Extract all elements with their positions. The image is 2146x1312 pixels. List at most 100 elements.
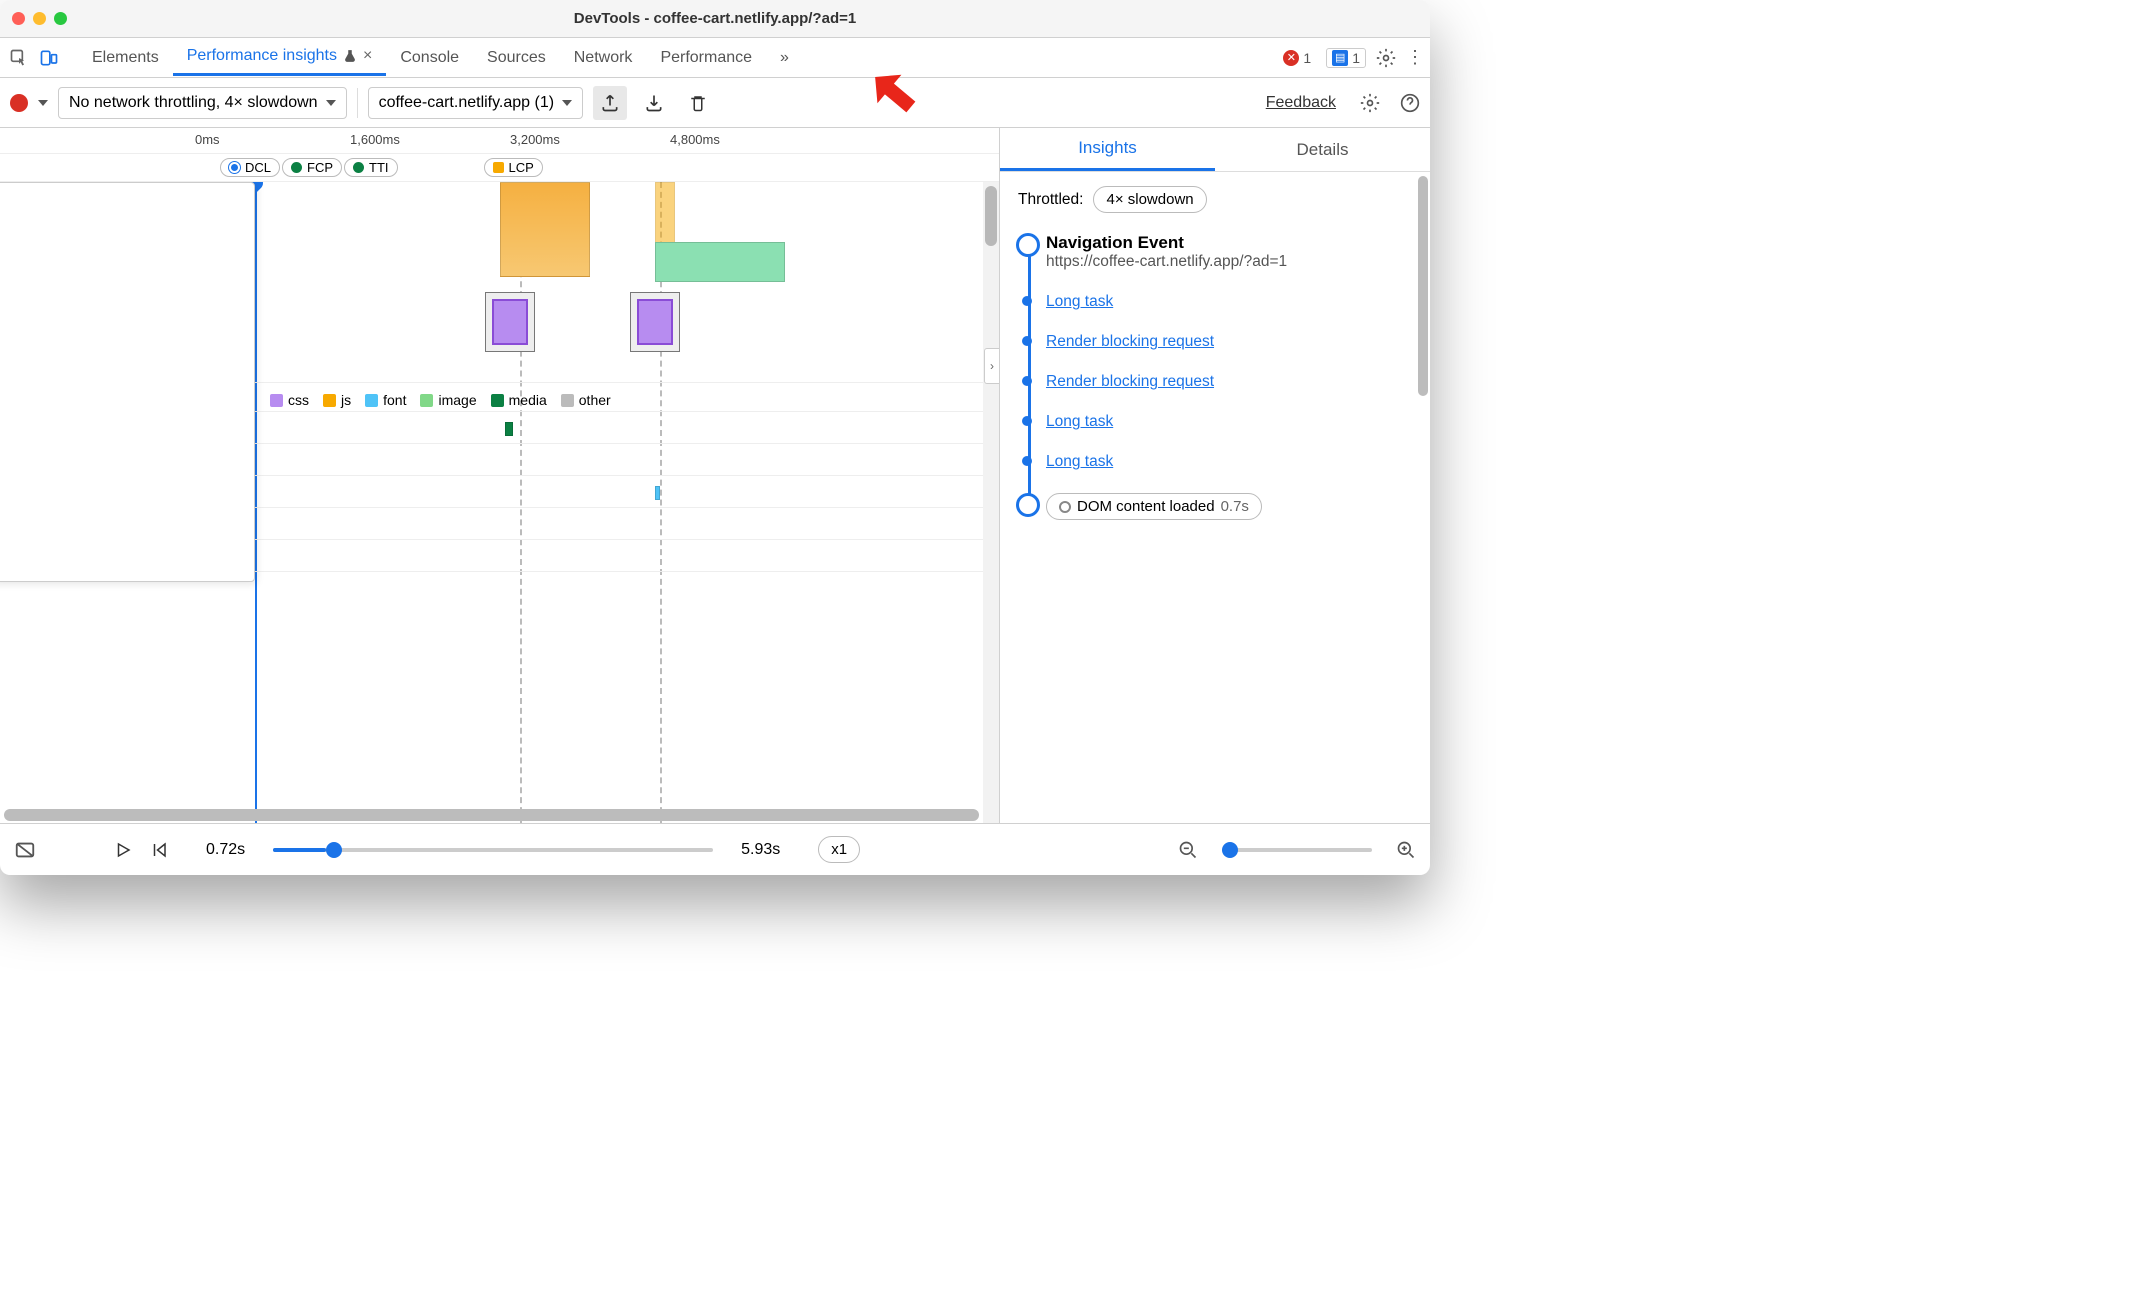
time-ruler[interactable]: 0ms 1,600ms 3,200ms 4,800ms	[0, 128, 999, 154]
screenshot-thumb[interactable]	[630, 292, 680, 352]
track-area[interactable]: css js font image media other	[0, 182, 999, 823]
insight-link[interactable]: Long task	[1046, 293, 1113, 310]
kebab-menu-icon[interactable]: ⋮	[1406, 47, 1424, 68]
messages-count: 1	[1352, 50, 1360, 66]
throttled-label: Throttled:	[1018, 191, 1083, 209]
more-tabs-button[interactable]: »	[766, 41, 803, 75]
devtools-window: DevTools - coffee-cart.netlify.app/?ad=1…	[0, 0, 1430, 875]
chevron-down-icon	[326, 100, 336, 106]
legend-image: image	[420, 392, 476, 408]
chevron-down-icon	[562, 100, 572, 106]
device-toolbar-icon[interactable]	[36, 45, 62, 71]
throttling-select[interactable]: No network throttling, 4× slowdown	[58, 87, 347, 119]
main-area: 0ms 1,600ms 3,200ms 4,800ms DCL FCP TTI …	[0, 128, 1430, 823]
tab-details[interactable]: Details	[1215, 128, 1430, 171]
throttling-select-label: No network throttling, 4× slowdown	[69, 94, 318, 112]
vertical-scrollbar[interactable]	[983, 182, 999, 823]
metric-markers: DCL FCP TTI LCP	[0, 154, 999, 182]
window-title: DevTools - coffee-cart.netlify.app/?ad=1	[0, 10, 1430, 27]
sidepanel-tabs: Insights Details	[1000, 128, 1430, 172]
insight-link[interactable]: Render blocking request	[1046, 333, 1214, 350]
tab-network[interactable]: Network	[560, 41, 647, 75]
errors-count: 1	[1303, 50, 1311, 66]
current-time: 0.72s	[206, 841, 245, 859]
errors-badge[interactable]: ✕1	[1278, 49, 1316, 67]
insight-link[interactable]: Long task	[1046, 413, 1113, 430]
tab-elements[interactable]: Elements	[78, 41, 173, 75]
ruler-tick: 1,600ms	[350, 132, 400, 147]
tab-performance[interactable]: Performance	[646, 41, 766, 75]
insight-url: https://coffee-cart.netlify.app/?ad=1	[1046, 253, 1412, 271]
error-icon: ✕	[1283, 50, 1299, 66]
end-time: 5.93s	[741, 841, 780, 859]
insight-link[interactable]: Render blocking request	[1046, 373, 1214, 390]
ruler-tick: 3,200ms	[510, 132, 560, 147]
close-tab-icon[interactable]: ×	[363, 47, 372, 65]
flask-icon	[343, 49, 357, 63]
sidepanel-body[interactable]: Throttled: 4× slowdown Navigation Event …	[1000, 172, 1430, 823]
insight-item[interactable]: Long task	[1046, 413, 1412, 431]
insight-link[interactable]: Long task	[1046, 453, 1113, 470]
legend-other: other	[561, 392, 611, 408]
insight-dcl[interactable]: DOM content loaded 0.7s	[1046, 493, 1412, 520]
insight-dcl-time: 0.7s	[1221, 498, 1249, 515]
inspect-element-icon[interactable]	[6, 45, 32, 71]
ruler-tick: 4,800ms	[670, 132, 720, 147]
recording-select[interactable]: coffee-cart.netlify.app (1)	[368, 87, 584, 119]
filmstrip-popover	[0, 182, 255, 582]
record-menu-caret[interactable]	[38, 100, 48, 106]
legend-font: font	[365, 392, 406, 408]
export-button[interactable]	[593, 86, 627, 120]
insight-item[interactable]: Render blocking request	[1046, 373, 1412, 391]
zoom-in-icon[interactable]	[1396, 840, 1416, 860]
marker-fcp[interactable]: FCP	[282, 158, 342, 177]
tab-performance-insights[interactable]: Performance insights ×	[173, 39, 387, 76]
tab-console[interactable]: Console	[386, 41, 473, 75]
screenshot-thumb[interactable]	[485, 292, 535, 352]
insight-navigation[interactable]: Navigation Event https://coffee-cart.net…	[1046, 233, 1412, 271]
insights-timeline: Navigation Event https://coffee-cart.net…	[1018, 233, 1412, 520]
insights-sidepanel: Insights Details Throttled: 4× slowdown …	[1000, 128, 1430, 823]
insight-title: Navigation Event	[1046, 233, 1412, 253]
tab-performance-insights-label: Performance insights	[187, 47, 337, 65]
feedback-link[interactable]: Feedback	[1266, 94, 1336, 112]
insight-dcl-label: DOM content loaded	[1077, 498, 1215, 515]
legend-js: js	[323, 392, 351, 408]
marker-tti[interactable]: TTI	[344, 158, 398, 177]
sidepanel-scrollbar[interactable]	[1418, 176, 1428, 396]
legend-css: css	[270, 392, 309, 408]
throttled-chip[interactable]: 4× slowdown	[1093, 186, 1206, 213]
marker-lcp[interactable]: LCP	[484, 158, 543, 177]
timeline-panel[interactable]: 0ms 1,600ms 3,200ms 4,800ms DCL FCP TTI …	[0, 128, 1000, 823]
panel-settings-icon[interactable]	[1360, 93, 1380, 113]
insights-toolbar: No network throttling, 4× slowdown coffe…	[0, 78, 1430, 128]
timeline-block[interactable]	[655, 242, 785, 282]
insight-item[interactable]: Long task	[1046, 453, 1412, 471]
horizontal-scrollbar[interactable]	[4, 809, 979, 821]
import-button[interactable]	[637, 86, 671, 120]
settings-icon[interactable]	[1376, 48, 1396, 68]
play-icon[interactable]	[114, 841, 132, 859]
toggle-screenshots-icon[interactable]	[14, 839, 36, 861]
insight-item[interactable]: Render blocking request	[1046, 333, 1412, 351]
insight-item[interactable]: Long task	[1046, 293, 1412, 311]
delete-button[interactable]	[681, 86, 715, 120]
zoom-slider[interactable]	[1222, 848, 1372, 852]
legend-media: media	[491, 392, 547, 408]
devtools-tabbar: Elements Performance insights × Console …	[0, 38, 1430, 78]
rewind-icon[interactable]	[150, 841, 168, 859]
tab-insights[interactable]: Insights	[1000, 128, 1215, 171]
zoom-out-icon[interactable]	[1178, 840, 1198, 860]
time-slider[interactable]	[273, 848, 713, 852]
messages-badge[interactable]: ▤1	[1326, 48, 1366, 68]
record-button[interactable]	[10, 94, 28, 112]
help-icon[interactable]	[1400, 93, 1420, 113]
speed-chip[interactable]: x1	[818, 836, 860, 863]
expand-sidepanel-icon[interactable]: ›	[984, 348, 999, 384]
tab-sources[interactable]: Sources	[473, 41, 560, 75]
circle-icon	[1059, 501, 1071, 513]
timeline-block[interactable]	[500, 182, 590, 277]
ruler-tick: 0ms	[195, 132, 220, 147]
marker-dcl[interactable]: DCL	[220, 158, 280, 177]
legend: css js font image media other	[270, 392, 611, 408]
